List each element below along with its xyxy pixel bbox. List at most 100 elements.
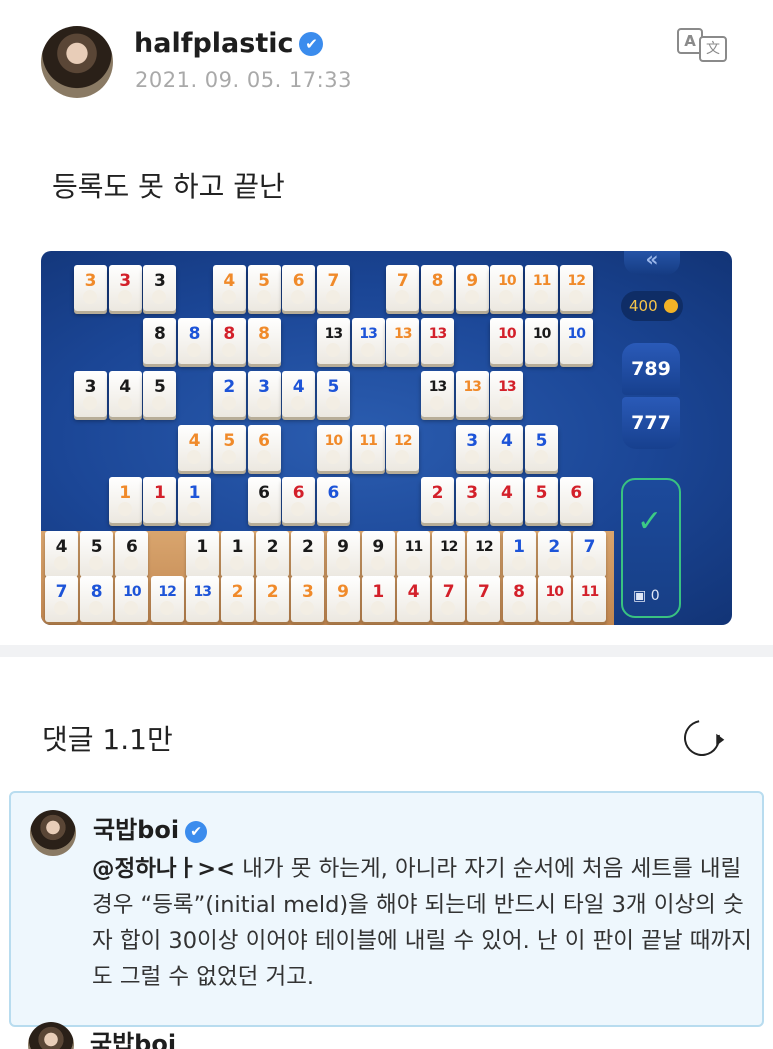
tile[interactable]: 6 [115, 531, 149, 577]
tile[interactable]: 1 [143, 477, 177, 523]
tile[interactable]: 10 [525, 318, 559, 364]
tile[interactable]: 8 [421, 265, 454, 311]
collapse-arrows-icon[interactable]: « [624, 251, 680, 275]
tile[interactable]: 3 [74, 265, 107, 311]
tile-pool-count: ▣ 0 [633, 588, 660, 604]
tile[interactable]: 9 [455, 265, 489, 311]
tile[interactable]: 6 [282, 265, 316, 311]
next-commenter-avatar[interactable] [28, 1022, 74, 1049]
tile[interactable]: 7 [45, 576, 78, 622]
tile[interactable]: 1 [185, 531, 219, 577]
tile[interactable]: 10 [490, 318, 524, 364]
author-avatar[interactable] [41, 26, 113, 98]
username-text[interactable]: halfplastic [134, 28, 293, 59]
tile[interactable]: 3 [455, 477, 489, 523]
tile[interactable]: 8 [80, 576, 114, 622]
tile[interactable]: 3 [247, 371, 281, 417]
tile[interactable]: 3 [108, 265, 142, 311]
tile[interactable]: 6 [247, 477, 281, 523]
tile[interactable]: 12 [559, 265, 593, 311]
tile[interactable]: 7 [467, 576, 501, 622]
tile[interactable]: 3 [291, 576, 325, 622]
tile[interactable]: 6 [247, 425, 281, 471]
tile[interactable]: 13 [351, 318, 385, 364]
tile[interactable]: 2 [256, 531, 290, 577]
tile[interactable]: 7 [386, 265, 420, 311]
tile[interactable]: 13 [421, 371, 454, 417]
tile[interactable]: 6 [316, 477, 350, 523]
tile[interactable]: 11 [351, 425, 385, 471]
tile[interactable]: 8 [247, 318, 281, 364]
tile[interactable]: 9 [361, 531, 395, 577]
tile[interactable]: 6 [559, 477, 593, 523]
tile[interactable]: 1 [178, 477, 212, 523]
tile[interactable]: 11 [525, 265, 559, 311]
tile[interactable]: 13 [455, 371, 489, 417]
refresh-icon[interactable] [676, 712, 728, 764]
tile[interactable]: 10 [490, 265, 524, 311]
tile[interactable]: 5 [212, 425, 246, 471]
tile[interactable]: 10 [316, 425, 350, 471]
comment-author-name[interactable]: 국밥boi [93, 816, 179, 844]
tile[interactable]: 10 [537, 576, 571, 622]
tile[interactable]: 2 [537, 531, 571, 577]
tile[interactable]: 4 [45, 531, 78, 577]
tile[interactable]: 4 [282, 371, 316, 417]
tile[interactable]: 1 [108, 477, 142, 523]
tile[interactable]: 4 [108, 371, 142, 417]
tile[interactable]: 2 [221, 576, 254, 622]
tile[interactable]: 13 [421, 318, 454, 364]
tile[interactable]: 3 [74, 371, 107, 417]
tile[interactable]: 5 [525, 477, 559, 523]
tile[interactable]: 9 [326, 531, 360, 577]
tile[interactable]: 2 [421, 477, 454, 523]
commenter-avatar[interactable] [30, 810, 76, 856]
tile[interactable]: 7 [316, 265, 350, 311]
tile[interactable]: 8 [143, 318, 177, 364]
next-comment-author[interactable]: 국밥boi [90, 1024, 176, 1049]
tile[interactable]: 5 [80, 531, 114, 577]
tile[interactable]: 2 [212, 371, 246, 417]
confirm-move-button[interactable]: ✓ ▣ 0 [621, 478, 681, 618]
tile[interactable]: 11 [397, 531, 430, 577]
comment-mention[interactable]: @정하나ㅏ>< [92, 856, 235, 882]
tile[interactable]: 1 [221, 531, 254, 577]
tile[interactable]: 1 [361, 576, 395, 622]
tile[interactable]: 4 [490, 477, 524, 523]
tile[interactable]: 13 [316, 318, 350, 364]
tile[interactable]: 1 [502, 531, 536, 577]
tile[interactable]: 5 [143, 371, 177, 417]
translate-icon[interactable]: A 文 [677, 28, 729, 62]
tile[interactable]: 5 [316, 371, 350, 417]
tile[interactable]: 8 [502, 576, 536, 622]
tile[interactable]: 12 [432, 531, 466, 577]
comment-author[interactable]: 국밥boi ✔ [93, 810, 208, 845]
tile[interactable]: 10 [115, 576, 149, 622]
tile[interactable]: 4 [178, 425, 212, 471]
tile[interactable]: 13 [386, 318, 420, 364]
tile[interactable]: 10 [559, 318, 593, 364]
tile[interactable]: 6 [282, 477, 316, 523]
post-image-rummikub-game[interactable]: 3 3 3 4 5 6 7 7 8 9 10 11 12 8 8 8 8 13 13 13 13 10 10 10 3 4 5 2 3 4… [41, 251, 732, 625]
tile[interactable]: 2 [291, 531, 325, 577]
tile[interactable]: 12 [386, 425, 420, 471]
tile[interactable]: 12 [467, 531, 501, 577]
tile[interactable]: 13 [185, 576, 219, 622]
tile[interactable]: 4 [212, 265, 246, 311]
tile[interactable]: 3 [143, 265, 177, 311]
tile[interactable]: 4 [397, 576, 430, 622]
tile[interactable]: 4 [490, 425, 524, 471]
tile[interactable]: 5 [247, 265, 281, 311]
tile[interactable]: 8 [212, 318, 246, 364]
tile[interactable]: 11 [573, 576, 606, 622]
tile[interactable]: 7 [573, 531, 606, 577]
tile[interactable]: 8 [178, 318, 212, 364]
tile[interactable]: 5 [525, 425, 559, 471]
tile[interactable]: 9 [326, 576, 360, 622]
tile[interactable]: 3 [455, 425, 489, 471]
tile[interactable]: 13 [490, 371, 524, 417]
tile[interactable]: 2 [256, 576, 290, 622]
author-username[interactable]: halfplastic ✔ [134, 28, 324, 59]
tile[interactable]: 12 [150, 576, 184, 622]
tile[interactable]: 7 [432, 576, 466, 622]
